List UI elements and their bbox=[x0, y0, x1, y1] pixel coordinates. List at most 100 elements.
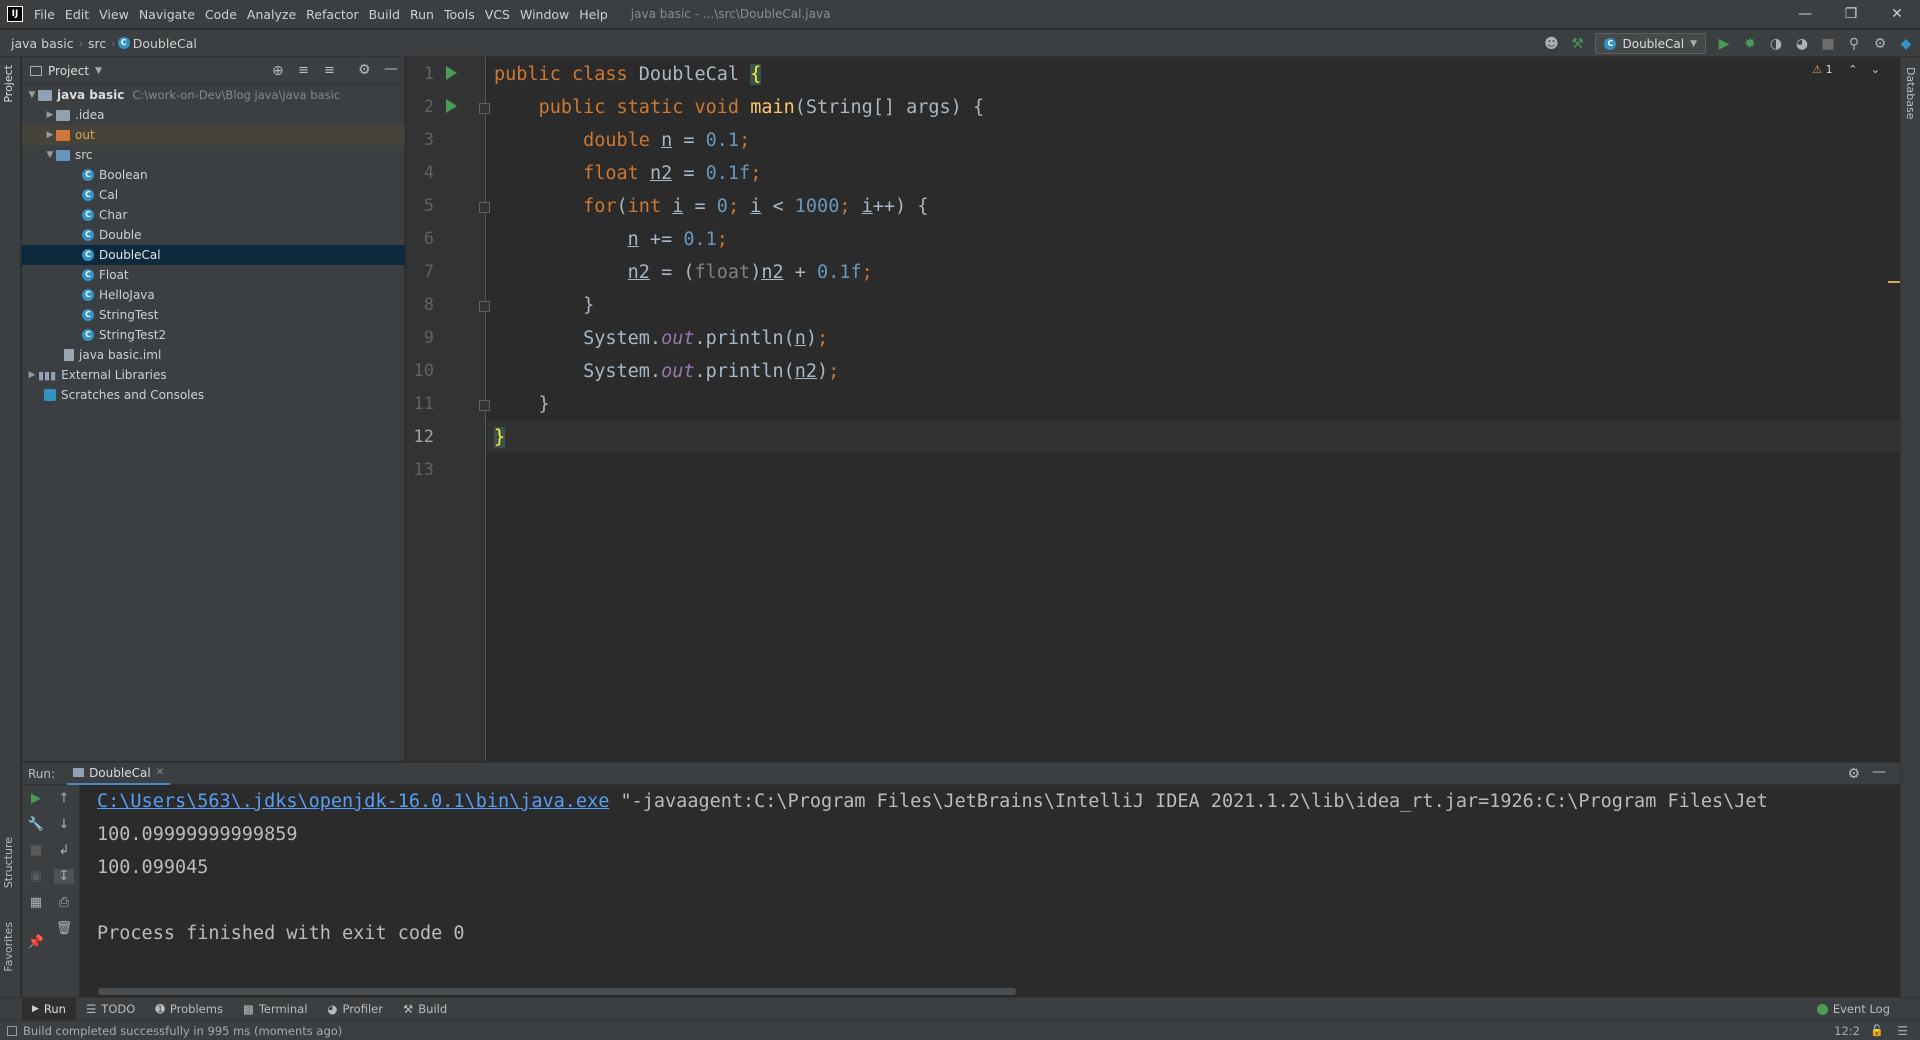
chevron-right-icon[interactable]: ▶ bbox=[44, 110, 56, 120]
inspection-widget[interactable]: ⚠ 1 ⌃ ⌄ bbox=[1812, 63, 1880, 76]
tree-item-class[interactable]: C Double bbox=[22, 225, 405, 245]
profile-icon[interactable]: ◕ bbox=[1794, 36, 1810, 52]
java-exe-link[interactable]: C:\Users\563\.jdks\openjdk-16.0.1\bin\ja… bbox=[97, 791, 609, 812]
breadcrumb-class[interactable]: DoubleCal bbox=[130, 36, 200, 51]
arrow-down-icon[interactable]: ↓ bbox=[54, 817, 74, 832]
tree-item-external-libraries[interactable]: ▶ ▮▮▮ External Libraries bbox=[22, 365, 405, 385]
gear-icon[interactable]: ⚙ bbox=[358, 62, 371, 78]
gear-icon[interactable]: ⚙ bbox=[1872, 36, 1888, 52]
gear-icon[interactable]: ⚙ bbox=[1847, 766, 1860, 782]
build-hammer-icon[interactable]: ⚒ bbox=[1569, 36, 1585, 52]
pin-icon[interactable]: 📌 bbox=[26, 935, 46, 950]
tab-terminal[interactable]: ▩ Terminal bbox=[233, 998, 317, 1021]
horizontal-scrollbar[interactable] bbox=[98, 988, 1016, 995]
jetbrains-toolbox-icon[interactable]: ◆ bbox=[1898, 36, 1914, 52]
trash-icon[interactable]: 🗑 bbox=[54, 921, 74, 936]
menu-file[interactable]: File bbox=[29, 0, 60, 29]
close-tab-icon[interactable]: ✕ bbox=[156, 767, 164, 778]
tree-item-scratches[interactable]: Scratches and Consoles bbox=[22, 385, 405, 405]
fold-marker-icon[interactable] bbox=[479, 103, 490, 114]
tab-event-log[interactable]: Event Log bbox=[1807, 998, 1900, 1021]
close-icon[interactable]: ✕ bbox=[1874, 0, 1920, 29]
favorites-tool-tab[interactable]: Favorites bbox=[2, 922, 15, 972]
project-panel-title[interactable]: Project bbox=[48, 64, 89, 78]
chevron-right-icon[interactable]: ▶ bbox=[26, 370, 38, 380]
run-gutter-icon[interactable] bbox=[446, 66, 457, 80]
minimize-icon[interactable]: — bbox=[1782, 0, 1828, 29]
code-editor[interactable]: 1 2 3 4 5 6 7 8 9 10 11 12 13 public cla… bbox=[406, 57, 1900, 761]
menu-run[interactable]: Run bbox=[405, 0, 439, 29]
database-tool-tab[interactable]: Database bbox=[1904, 67, 1917, 120]
tree-item-class[interactable]: C Cal bbox=[22, 185, 405, 205]
notifications-icon[interactable]: ☰ bbox=[1897, 1024, 1908, 1038]
locate-file-icon[interactable]: ⊕ bbox=[272, 63, 284, 79]
rerun-icon[interactable]: ▶ bbox=[26, 791, 46, 806]
menu-build[interactable]: Build bbox=[364, 0, 405, 29]
search-icon[interactable]: ⚲ bbox=[1846, 36, 1862, 52]
fold-marker-icon[interactable] bbox=[479, 400, 490, 411]
print-icon[interactable]: ⎙ bbox=[54, 895, 74, 910]
lock-icon[interactable]: 🔓 bbox=[1870, 1024, 1884, 1037]
tree-item-class[interactable]: C Boolean bbox=[22, 165, 405, 185]
tab-build[interactable]: ⚒ Build bbox=[393, 998, 457, 1021]
menu-analyze[interactable]: Analyze bbox=[242, 0, 301, 29]
chevron-up-icon[interactable]: ⌃ bbox=[1848, 63, 1857, 76]
tree-item-class[interactable]: C Char bbox=[22, 205, 405, 225]
tree-item-class-selected[interactable]: C DoubleCal bbox=[22, 245, 405, 265]
run-configuration-select[interactable]: C DoubleCal ▼ bbox=[1595, 33, 1706, 54]
fold-marker-icon[interactable] bbox=[479, 301, 490, 312]
menu-view[interactable]: View bbox=[94, 0, 134, 29]
tree-item-src[interactable]: ▼ src bbox=[22, 145, 405, 165]
run-tab-doublecal[interactable]: DoubleCal ✕ bbox=[67, 763, 171, 785]
tab-run[interactable]: ▶ Run bbox=[22, 997, 76, 1021]
tree-item-iml[interactable]: java basic.iml bbox=[22, 345, 405, 365]
chevron-down-icon[interactable]: ▼ bbox=[26, 90, 38, 100]
expand-all-icon[interactable]: ≡ bbox=[298, 63, 309, 78]
tree-item-project-root[interactable]: ▼ java basic C:\work-on-Dev\Blog java\ja… bbox=[22, 85, 405, 105]
tree-item-class[interactable]: C HelloJava bbox=[22, 285, 405, 305]
menu-edit[interactable]: Edit bbox=[60, 0, 94, 29]
project-tool-tab[interactable]: Project bbox=[2, 65, 15, 103]
hide-panel-icon[interactable]: — bbox=[384, 61, 398, 77]
tab-todo[interactable]: ☰ TODO bbox=[76, 998, 145, 1021]
tree-item-class[interactable]: C StringTest2 bbox=[22, 325, 405, 345]
arrow-up-icon[interactable]: ↑ bbox=[54, 791, 74, 806]
fold-marker-icon[interactable] bbox=[479, 202, 490, 213]
user-icon[interactable]: ☻ bbox=[1543, 36, 1559, 52]
menu-tools[interactable]: Tools bbox=[439, 0, 480, 29]
warning-stripe-marker[interactable] bbox=[1888, 281, 1900, 283]
scroll-to-end-icon[interactable]: ↧ bbox=[54, 869, 74, 884]
menu-code[interactable]: Code bbox=[200, 0, 242, 29]
wrench-icon[interactable]: 🔧 bbox=[26, 817, 46, 832]
caret-position[interactable]: 12:2 bbox=[1834, 1024, 1860, 1038]
tree-item-idea[interactable]: ▶ .idea bbox=[22, 105, 405, 125]
status-toggle-icon[interactable] bbox=[7, 1025, 17, 1036]
stop-icon[interactable]: ■ bbox=[26, 843, 46, 858]
layout-icon[interactable]: ▦ bbox=[26, 895, 46, 910]
menu-navigate[interactable]: Navigate bbox=[134, 0, 200, 29]
tree-item-out[interactable]: ▶ out bbox=[22, 125, 405, 145]
coverage-icon[interactable]: ◑ bbox=[1768, 36, 1784, 52]
menu-help[interactable]: Help bbox=[574, 0, 613, 29]
chevron-down-icon[interactable]: ⌄ bbox=[1871, 63, 1880, 76]
run-gutter-icon[interactable] bbox=[446, 99, 457, 113]
breadcrumb-project[interactable]: java basic bbox=[8, 36, 77, 51]
chevron-right-icon[interactable]: ▶ bbox=[44, 130, 56, 140]
menu-vcs[interactable]: VCS bbox=[480, 0, 515, 29]
run-icon[interactable]: ▶ bbox=[1716, 36, 1732, 52]
tab-profiler[interactable]: ◕ Profiler bbox=[317, 998, 393, 1021]
soft-wrap-icon[interactable]: ↲ bbox=[54, 843, 74, 858]
breadcrumb-src[interactable]: src bbox=[85, 36, 109, 51]
menu-window[interactable]: Window bbox=[515, 0, 574, 29]
debug-icon[interactable]: ✸ bbox=[1742, 36, 1758, 52]
camera-icon[interactable]: ▣ bbox=[26, 869, 46, 884]
tree-item-class[interactable]: C StringTest bbox=[22, 305, 405, 325]
structure-tool-tab[interactable]: Structure bbox=[2, 837, 15, 888]
stop-icon[interactable]: ■ bbox=[1820, 36, 1836, 52]
chevron-down-icon[interactable]: ▼ bbox=[95, 66, 102, 76]
restore-icon[interactable]: ❐ bbox=[1828, 0, 1874, 29]
hide-panel-icon[interactable]: — bbox=[1872, 764, 1886, 780]
tree-item-class[interactable]: C Float bbox=[22, 265, 405, 285]
tab-problems[interactable]: ➊ Problems bbox=[145, 998, 233, 1021]
menu-refactor[interactable]: Refactor bbox=[301, 0, 363, 29]
